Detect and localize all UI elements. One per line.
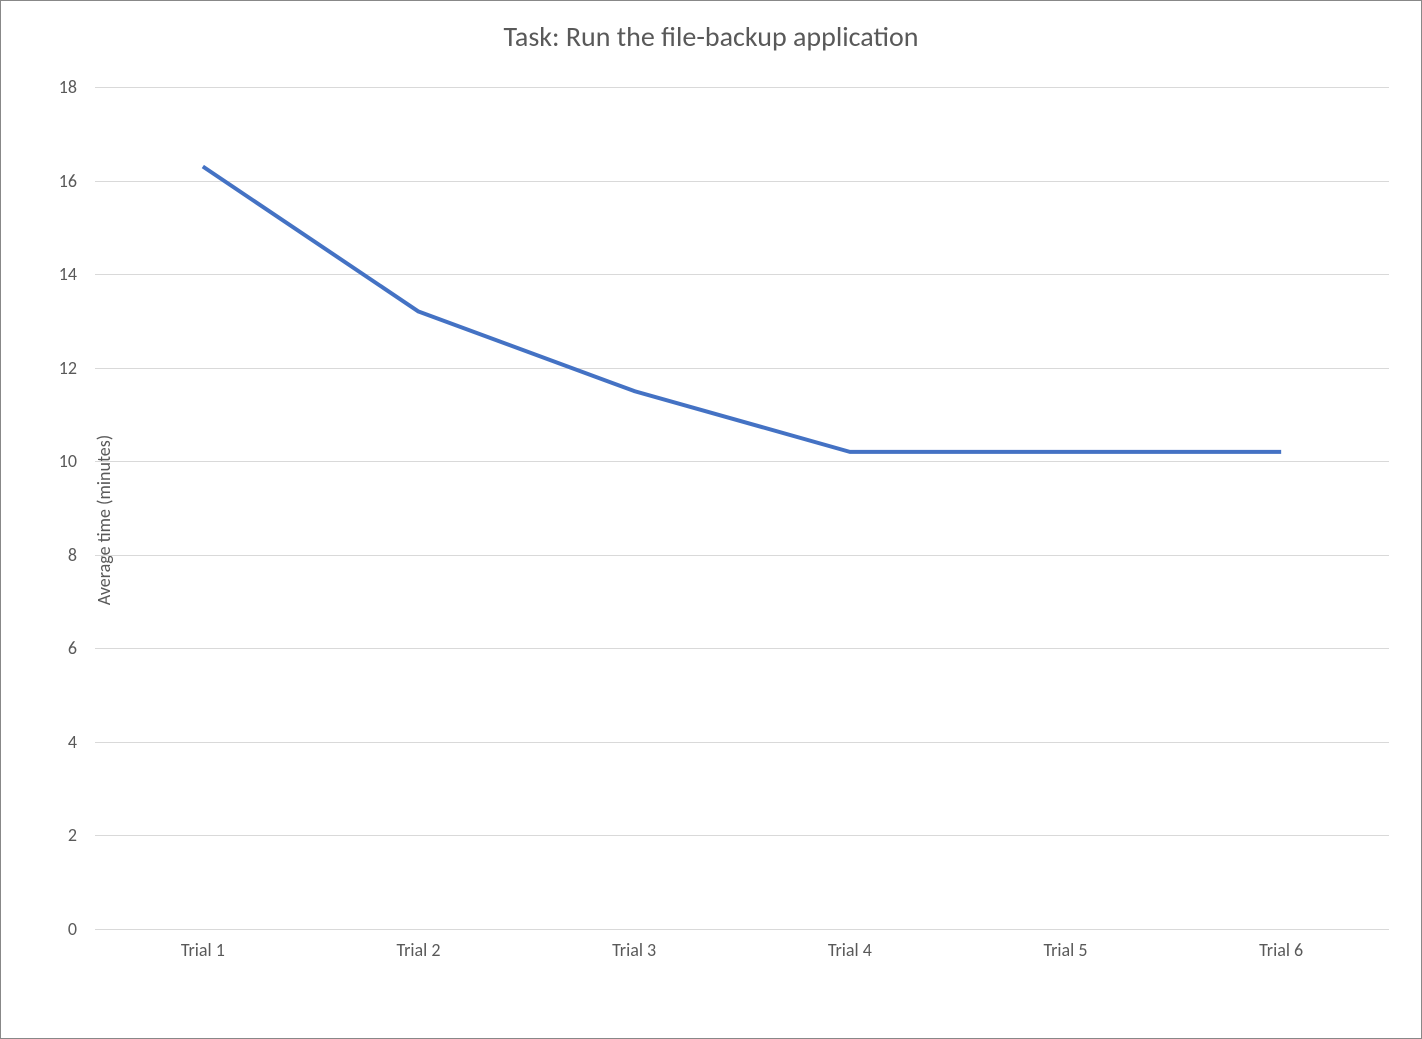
y-tick-label: 8 [68,544,77,566]
y-tick-label: 0 [68,918,77,940]
y-tick-label: 4 [68,731,77,753]
y-tick-label: 2 [68,824,77,846]
gridline [95,929,1389,930]
y-axis-labels: 024681012141618 [1,87,89,929]
y-tick-label: 6 [68,637,77,659]
x-tick-label: Trial 6 [1259,939,1303,961]
y-tick-label: 12 [59,357,77,379]
x-tick-label: Trial 3 [612,939,656,961]
x-tick-label: Trial 5 [1043,939,1087,961]
chart-container: Task: Run the file-backup application Av… [0,0,1422,1039]
chart-title: Task: Run the file-backup application [1,19,1421,54]
plot-area [95,87,1389,929]
y-tick-label: 10 [59,450,77,472]
x-tick-label: Trial 1 [181,939,225,961]
y-tick-label: 14 [59,263,77,285]
x-tick-label: Trial 4 [828,939,872,961]
y-tick-label: 18 [59,76,77,98]
x-axis-labels: Trial 1 Trial 2 Trial 3 Trial 4 Trial 5 Trial… [95,939,1389,979]
y-tick-label: 16 [59,170,77,192]
x-tick-label: Trial 2 [396,939,440,961]
data-line [203,167,1281,452]
line-series [95,87,1389,929]
